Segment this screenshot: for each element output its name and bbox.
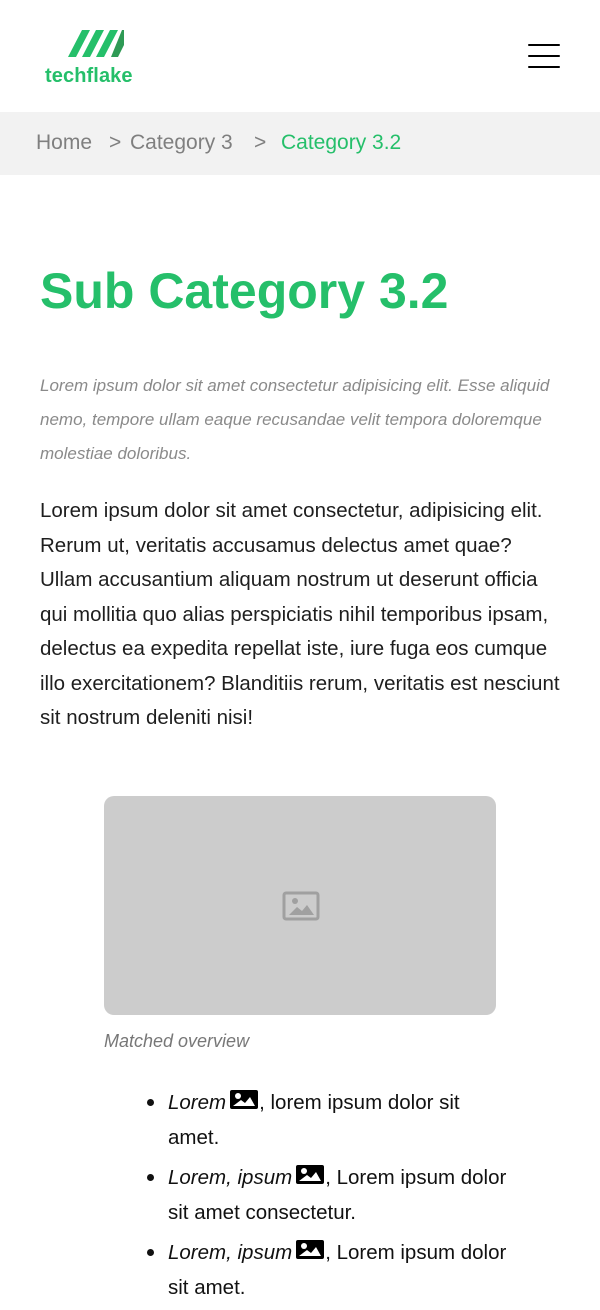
bullet-point	[147, 1249, 154, 1256]
hamburger-menu-icon	[528, 44, 560, 46]
breadcrumb-home-link[interactable]: Home	[36, 129, 92, 157]
breadcrumb-separator: >	[254, 131, 267, 154]
site-header: techflake	[0, 0, 600, 112]
overview-image-placeholder	[104, 796, 496, 1015]
image-placeholder-icon	[282, 891, 320, 921]
list-item: Lorem, ipsum, Lorem ipsum dolor sit amet…	[146, 1235, 526, 1310]
list-item-text: Lorem, lorem ipsum dolor sit amet.	[168, 1085, 508, 1155]
hamburger-menu-button[interactable]	[526, 41, 562, 71]
breadcrumb-category-3-link[interactable]: Category 3	[130, 129, 233, 157]
list-item-term: Lorem	[168, 1091, 227, 1114]
breadcrumb-current-page: Category 3.2	[281, 131, 402, 154]
image-caption: Matched overview	[104, 1031, 250, 1051]
image-icon	[296, 1239, 325, 1260]
list-item-term: Lorem, ipsum	[168, 1241, 293, 1264]
list-item-term: Lorem, ipsum	[168, 1166, 293, 1189]
hamburger-menu-icon-line	[528, 66, 560, 68]
list-item-text: Lorem, ipsum, Lorem ipsum dolor sit amet…	[168, 1235, 508, 1305]
body-paragraph: Lorem ipsum dolor sit amet consectetur, …	[40, 499, 560, 729]
list-item-text: Lorem, ipsum, Lorem ipsum dolor sit amet…	[168, 1160, 508, 1230]
breadcrumb: Home > Category 3 > Category 3.2	[0, 112, 600, 175]
list-item: Lorem, ipsum, Lorem ipsum dolor sit amet…	[146, 1160, 526, 1235]
techflake-logo[interactable]: techflake	[44, 26, 154, 88]
page-title: Sub Category 3.2	[40, 263, 449, 319]
image-icon	[296, 1164, 325, 1185]
hamburger-menu-icon-line	[528, 55, 560, 57]
feature-list: Lorem, lorem ipsum dolor sit amet. Lorem…	[146, 1085, 526, 1310]
image-icon	[230, 1089, 259, 1110]
techflake-logo-mark-icon	[68, 30, 124, 57]
lead-paragraph: Lorem ipsum dolor sit amet consectetur a…	[40, 376, 550, 463]
list-item: Lorem, lorem ipsum dolor sit amet.	[146, 1085, 526, 1160]
logo-wordmark: techflake	[45, 65, 133, 87]
bullet-point	[147, 1174, 154, 1181]
bullet-point	[147, 1099, 154, 1106]
breadcrumb-separator: >	[109, 131, 122, 154]
